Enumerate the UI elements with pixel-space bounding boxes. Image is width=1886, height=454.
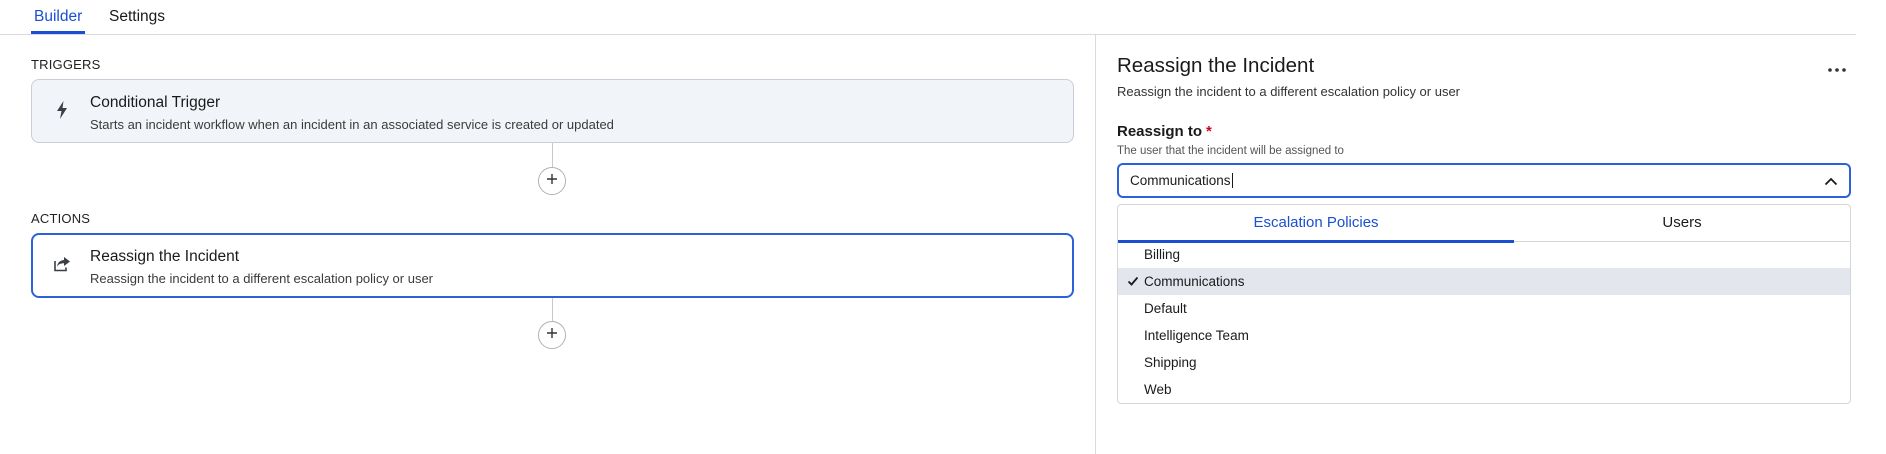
required-asterisk: *: [1206, 123, 1212, 140]
option-communications[interactable]: Communications: [1118, 268, 1850, 295]
tab-settings[interactable]: Settings: [106, 6, 168, 33]
checkmark-icon: [1127, 275, 1139, 287]
trigger-card-title: Conditional Trigger: [90, 94, 221, 111]
connector-line: [552, 298, 553, 322]
reassign-to-help: The user that the incident will be assig…: [1117, 145, 1344, 157]
trigger-card-description: Starts an incident workflow when an inci…: [90, 117, 614, 132]
plus-icon: [546, 326, 558, 344]
option-default[interactable]: Default: [1118, 295, 1850, 322]
share-arrow-icon: [52, 254, 72, 274]
reassign-dropdown: Escalation Policies Users Billing Commun…: [1117, 204, 1851, 404]
action-card-reassign[interactable]: Reassign the Incident Reassign the incid…: [31, 233, 1074, 298]
reassign-to-select[interactable]: Communications: [1117, 163, 1851, 198]
option-label: Communications: [1144, 274, 1245, 289]
connector-line: [552, 143, 553, 167]
action-card-title: Reassign the Incident: [90, 248, 240, 265]
option-label: Shipping: [1144, 355, 1197, 370]
action-card-description: Reassign the incident to a different esc…: [90, 271, 434, 286]
chevron-up-icon[interactable]: [1821, 171, 1841, 191]
ellipsis-icon: [1828, 59, 1846, 77]
option-shipping[interactable]: Shipping: [1118, 349, 1850, 376]
panel-divider: [1095, 35, 1096, 454]
tab-users[interactable]: Users: [1514, 205, 1850, 241]
option-label: Billing: [1144, 247, 1181, 262]
reassign-to-label: Reassign to *: [1117, 123, 1212, 140]
reassign-to-label-text: Reassign to: [1117, 123, 1203, 140]
panel-subtitle: Reassign the incident to a different esc…: [1117, 84, 1461, 99]
trigger-card[interactable]: Conditional Trigger Starts an incident w…: [31, 79, 1074, 143]
panel-title: Reassign the Incident: [1117, 54, 1315, 77]
option-label: Default: [1144, 301, 1187, 316]
option-intelligence-team[interactable]: Intelligence Team: [1118, 322, 1850, 349]
text-cursor: [1231, 173, 1233, 188]
option-label: Intelligence Team: [1144, 328, 1249, 343]
add-step-button[interactable]: [538, 167, 566, 195]
more-options-button[interactable]: [1826, 58, 1848, 78]
tab-builder[interactable]: Builder: [31, 6, 86, 34]
option-billing[interactable]: Billing: [1118, 241, 1850, 268]
add-step-button[interactable]: [538, 321, 566, 349]
dropdown-tab-bar: Escalation Policies Users: [1118, 205, 1850, 243]
plus-icon: [546, 172, 558, 190]
option-web[interactable]: Web: [1118, 376, 1850, 403]
tab-escalation-policies[interactable]: Escalation Policies: [1118, 205, 1514, 243]
lightning-bolt-icon: [52, 100, 72, 120]
top-tab-bar: Builder Settings: [0, 0, 1856, 35]
triggers-section-label: TRIGGERS: [31, 57, 101, 72]
reassign-to-value: Communications: [1130, 173, 1233, 188]
option-label: Web: [1144, 382, 1172, 397]
actions-section-label: ACTIONS: [31, 211, 91, 226]
